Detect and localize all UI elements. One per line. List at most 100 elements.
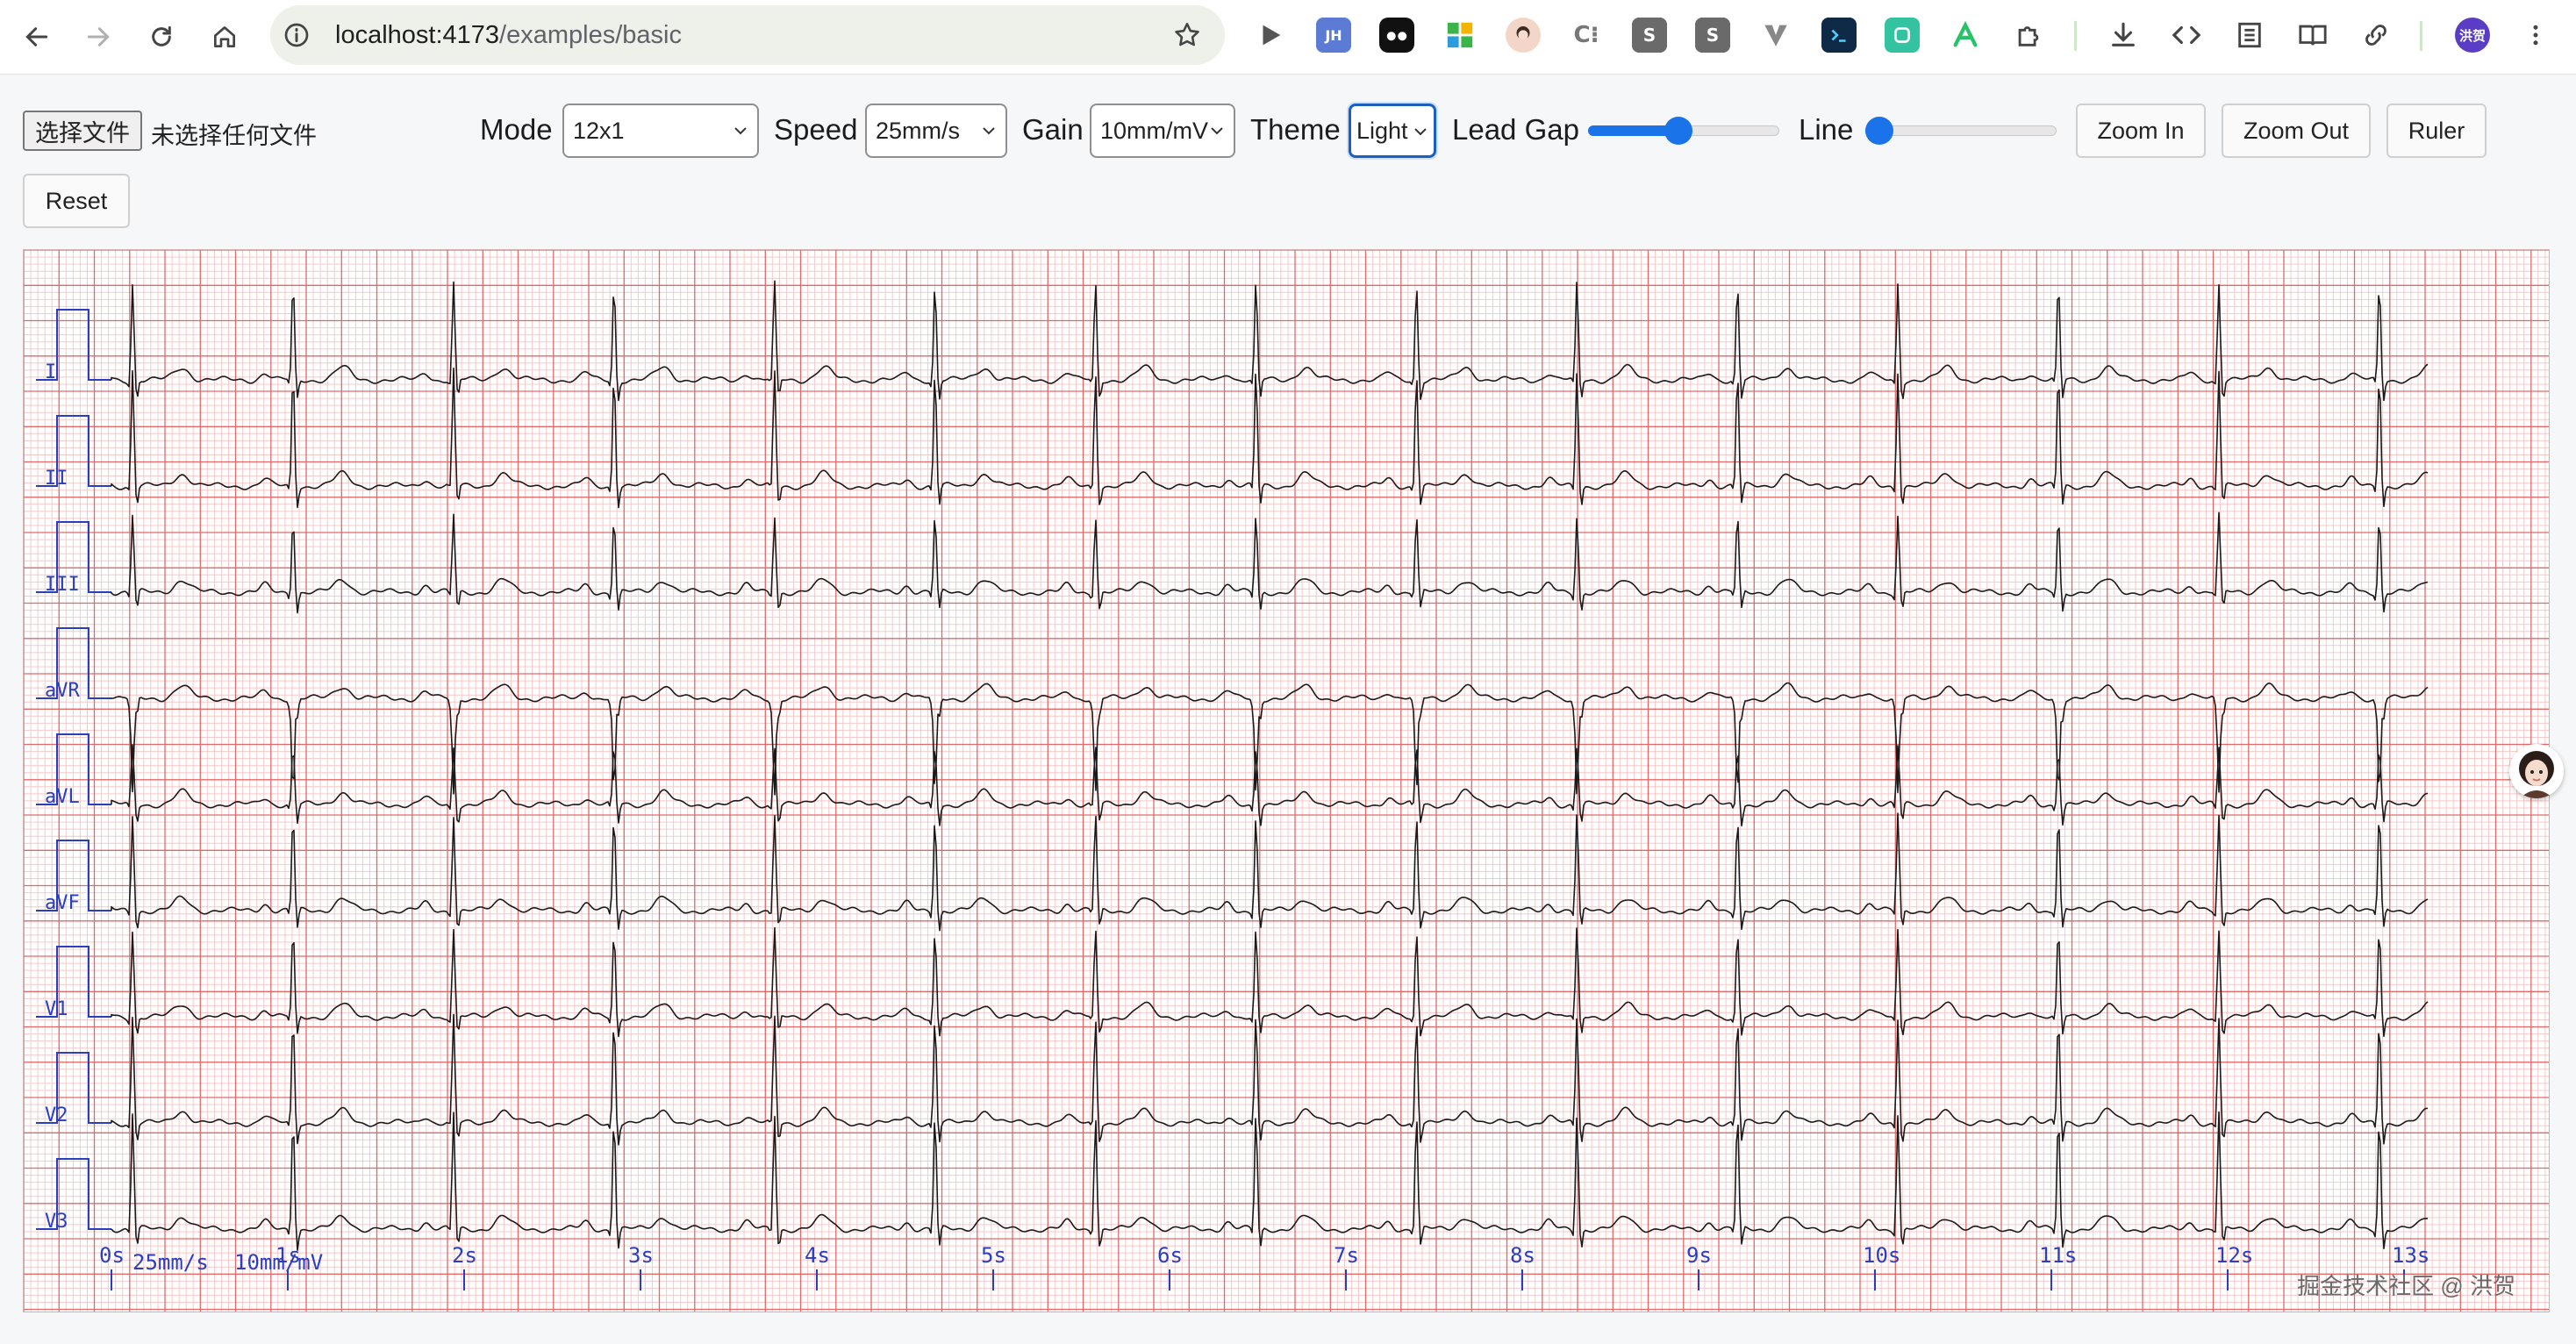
refresh-extension-icon[interactable] — [1885, 18, 1920, 53]
s-extension-icon[interactable]: S — [1632, 18, 1667, 53]
profile-avatar[interactable]: 洪贺 — [2455, 18, 2490, 53]
grid-extension-icon[interactable] — [1442, 18, 1478, 53]
address-bar[interactable]: localhost:4173/examples/basic — [270, 5, 1225, 65]
home-icon — [214, 26, 235, 47]
code-icon[interactable] — [2169, 18, 2204, 53]
line-track — [1865, 125, 2057, 136]
gain-label: Gain — [1022, 113, 1084, 146]
bookmark-star-icon[interactable] — [1172, 20, 1202, 50]
reload-icon — [152, 25, 171, 46]
speed-label: Speed — [774, 113, 858, 146]
mode-select[interactable]: 12x1 — [562, 104, 759, 158]
gain-select[interactable]: 10mm/mV — [1090, 104, 1235, 158]
gain-value: 10mm/mV — [1100, 117, 1209, 144]
home-button[interactable] — [204, 16, 246, 58]
time-label: 8s — [1510, 1243, 1535, 1268]
speed-annotation: 25mm/s — [132, 1250, 209, 1275]
jh-extension-icon[interactable]: JH — [1316, 18, 1351, 53]
time-label: 7s — [1334, 1243, 1359, 1268]
terminal-extension-icon[interactable] — [1821, 18, 1857, 53]
lead-label: III — [45, 574, 80, 596]
theme-value: Light — [1356, 117, 1408, 144]
reader-mode-icon[interactable] — [2295, 18, 2330, 53]
ecg-major-grid — [24, 250, 2549, 1312]
back-button[interactable] — [16, 16, 58, 58]
ecg-trace-I — [111, 280, 2429, 402]
lead-label: V3 — [45, 1211, 68, 1233]
file-status: 未选择任何文件 — [151, 123, 317, 149]
v-extension-icon[interactable] — [1758, 18, 1793, 53]
lead-label: I — [45, 361, 56, 383]
avatar-extension-icon[interactable] — [1506, 18, 1541, 53]
time-label: 6s — [1157, 1243, 1183, 1268]
line-thumb[interactable] — [1865, 117, 1893, 145]
glasses-extension-icon[interactable] — [1379, 18, 1414, 53]
lead-label: aVR — [45, 680, 80, 702]
time-label: 10s — [1863, 1243, 1900, 1268]
ecg-chart[interactable]: I II III aVR aVL aVF V1 V2 V3 0s 1s 2s 3s 4s 5s 6s 7s 8s 9… — [23, 249, 2550, 1312]
ecg-controls: 选择文件 未选择任何文件 Mode 12x1 Speed 25mm/s Gain… — [0, 74, 2576, 240]
speed-select[interactable]: 25mm/s — [865, 104, 1007, 158]
c-extension-icon[interactable]: C⁝ — [1569, 18, 1604, 53]
theme-select[interactable]: Light — [1349, 104, 1436, 158]
lead-gap-label: Lead Gap — [1452, 113, 1579, 146]
reset-button[interactable]: Reset — [23, 174, 130, 228]
line-slider[interactable] — [1865, 117, 2057, 145]
puzzle-extensions-icon[interactable] — [2011, 18, 2046, 53]
time-label: 13s — [2392, 1243, 2429, 1268]
chevron-down-icon — [1211, 127, 1223, 135]
time-label: 5s — [981, 1243, 1006, 1268]
chevron-down-icon — [1414, 128, 1427, 136]
floating-avatar-button[interactable] — [2509, 744, 2564, 798]
time-label: 3s — [628, 1243, 654, 1268]
speed-value: 25mm/s — [876, 117, 961, 144]
lead-label: II — [45, 468, 68, 490]
a-extension-icon[interactable] — [1948, 18, 1983, 53]
choose-file-button[interactable]: 选择文件 — [23, 111, 142, 151]
lead-label: aVL — [45, 786, 80, 808]
time-label: 0s — [99, 1243, 125, 1268]
lead-label: V1 — [45, 998, 68, 1020]
zoom-in-button[interactable]: Zoom In — [2076, 104, 2206, 158]
ecg-trace-aVR — [111, 682, 2429, 796]
ecg-canvas[interactable]: IIIIIIaVRaVLaVFV1V2V30s 1s 2s 3s 4s 5s 6s 7s 8s 9… — [24, 250, 2549, 1312]
lead-label: aVF — [45, 892, 80, 914]
reload-button[interactable] — [140, 16, 182, 58]
url-text[interactable]: localhost:4173/examples/basic — [335, 21, 682, 50]
time-label: 11s — [2039, 1243, 2077, 1268]
gain-annotation: 10mm/mV — [234, 1250, 323, 1275]
time-label: 12s — [2215, 1243, 2253, 1268]
reading-list-icon[interactable] — [2232, 18, 2267, 53]
download-icon[interactable] — [2106, 18, 2141, 53]
ecg-trace-III — [111, 511, 2429, 614]
profile-initials: 洪贺 — [2458, 27, 2486, 44]
browser-toolbar: localhost:4173/examples/basic JH C⁝ S S … — [0, 0, 2576, 75]
chevron-down-icon — [983, 127, 995, 135]
mode-value: 12x1 — [573, 117, 625, 144]
back-arrow-icon — [25, 27, 48, 46]
time-label: 4s — [805, 1243, 830, 1268]
ecg-minor-grid — [24, 250, 2549, 1312]
lead-label: V2 — [45, 1105, 68, 1126]
mode-label: Mode — [480, 113, 553, 146]
watermark: 掘金技术社区 @ 洪贺 — [2297, 1273, 2515, 1299]
url-host: localhost:4173 — [335, 21, 500, 49]
link-icon[interactable] — [2358, 18, 2394, 53]
forward-button[interactable] — [77, 16, 119, 58]
theme-label: Theme — [1250, 113, 1341, 146]
lead-gap-thumb[interactable] — [1664, 117, 1693, 145]
url-path: /examples/basic — [499, 21, 682, 49]
zoom-out-button[interactable]: Zoom Out — [2222, 104, 2371, 158]
avatar-icon — [2519, 751, 2554, 798]
menu-dots-icon[interactable] — [2518, 18, 2553, 53]
time-label: 2s — [452, 1243, 477, 1268]
site-info-icon[interactable] — [283, 21, 311, 49]
line-label: Line — [1799, 113, 1854, 146]
time-label: 9s — [1686, 1243, 1712, 1268]
chevron-down-icon — [734, 127, 747, 135]
play-extension-icon[interactable] — [1253, 18, 1288, 53]
s2-extension-icon[interactable]: S — [1695, 18, 1730, 53]
ruler-button[interactable]: Ruler — [2386, 104, 2487, 158]
ecg-trace-aVL — [111, 744, 2429, 827]
lead-gap-slider[interactable] — [1588, 117, 1779, 145]
